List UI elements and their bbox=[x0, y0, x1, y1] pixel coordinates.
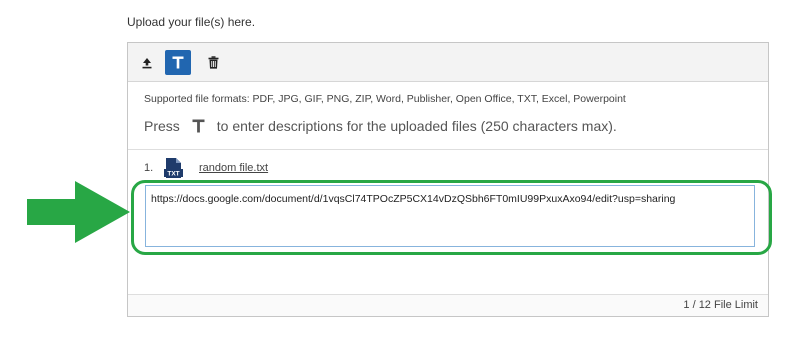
press-label: Press bbox=[144, 118, 180, 134]
upload-info: Supported file formats: PDF, JPG, GIF, P… bbox=[128, 82, 768, 150]
upload-toolbar bbox=[128, 43, 768, 82]
upload-button[interactable] bbox=[134, 50, 160, 75]
file-number: 1. bbox=[144, 162, 154, 174]
txt-file-icon: TXT bbox=[164, 158, 183, 178]
file-list-item: 1. TXT random file.txt bbox=[144, 158, 268, 178]
upload-icon bbox=[142, 57, 152, 68]
panel-footer: 1 / 12 File Limit bbox=[128, 294, 768, 316]
supported-formats-text: Supported file formats: PDF, JPG, GIF, P… bbox=[144, 93, 626, 105]
add-description-button[interactable] bbox=[165, 50, 191, 75]
delete-button[interactable] bbox=[200, 50, 226, 75]
file-name-link[interactable]: random file.txt bbox=[199, 162, 268, 174]
green-arrow-icon bbox=[27, 181, 130, 243]
description-hint-text: to enter descriptions for the uploaded f… bbox=[216, 118, 617, 134]
description-hint: Press to enter descriptions for the uplo… bbox=[144, 118, 617, 134]
file-type-label: TXT bbox=[167, 171, 179, 178]
text-T-icon bbox=[172, 56, 184, 69]
file-description-field[interactable]: https://docs.google.com/document/d/1vqsC… bbox=[145, 185, 755, 247]
upload-panel: Supported file formats: PDF, JPG, GIF, P… bbox=[127, 42, 769, 317]
trash-icon bbox=[208, 56, 218, 69]
text-T-icon bbox=[192, 119, 205, 133]
upload-instructions: Upload your file(s) here. bbox=[127, 15, 256, 29]
file-limit-counter: 1 / 12 File Limit bbox=[683, 299, 758, 311]
